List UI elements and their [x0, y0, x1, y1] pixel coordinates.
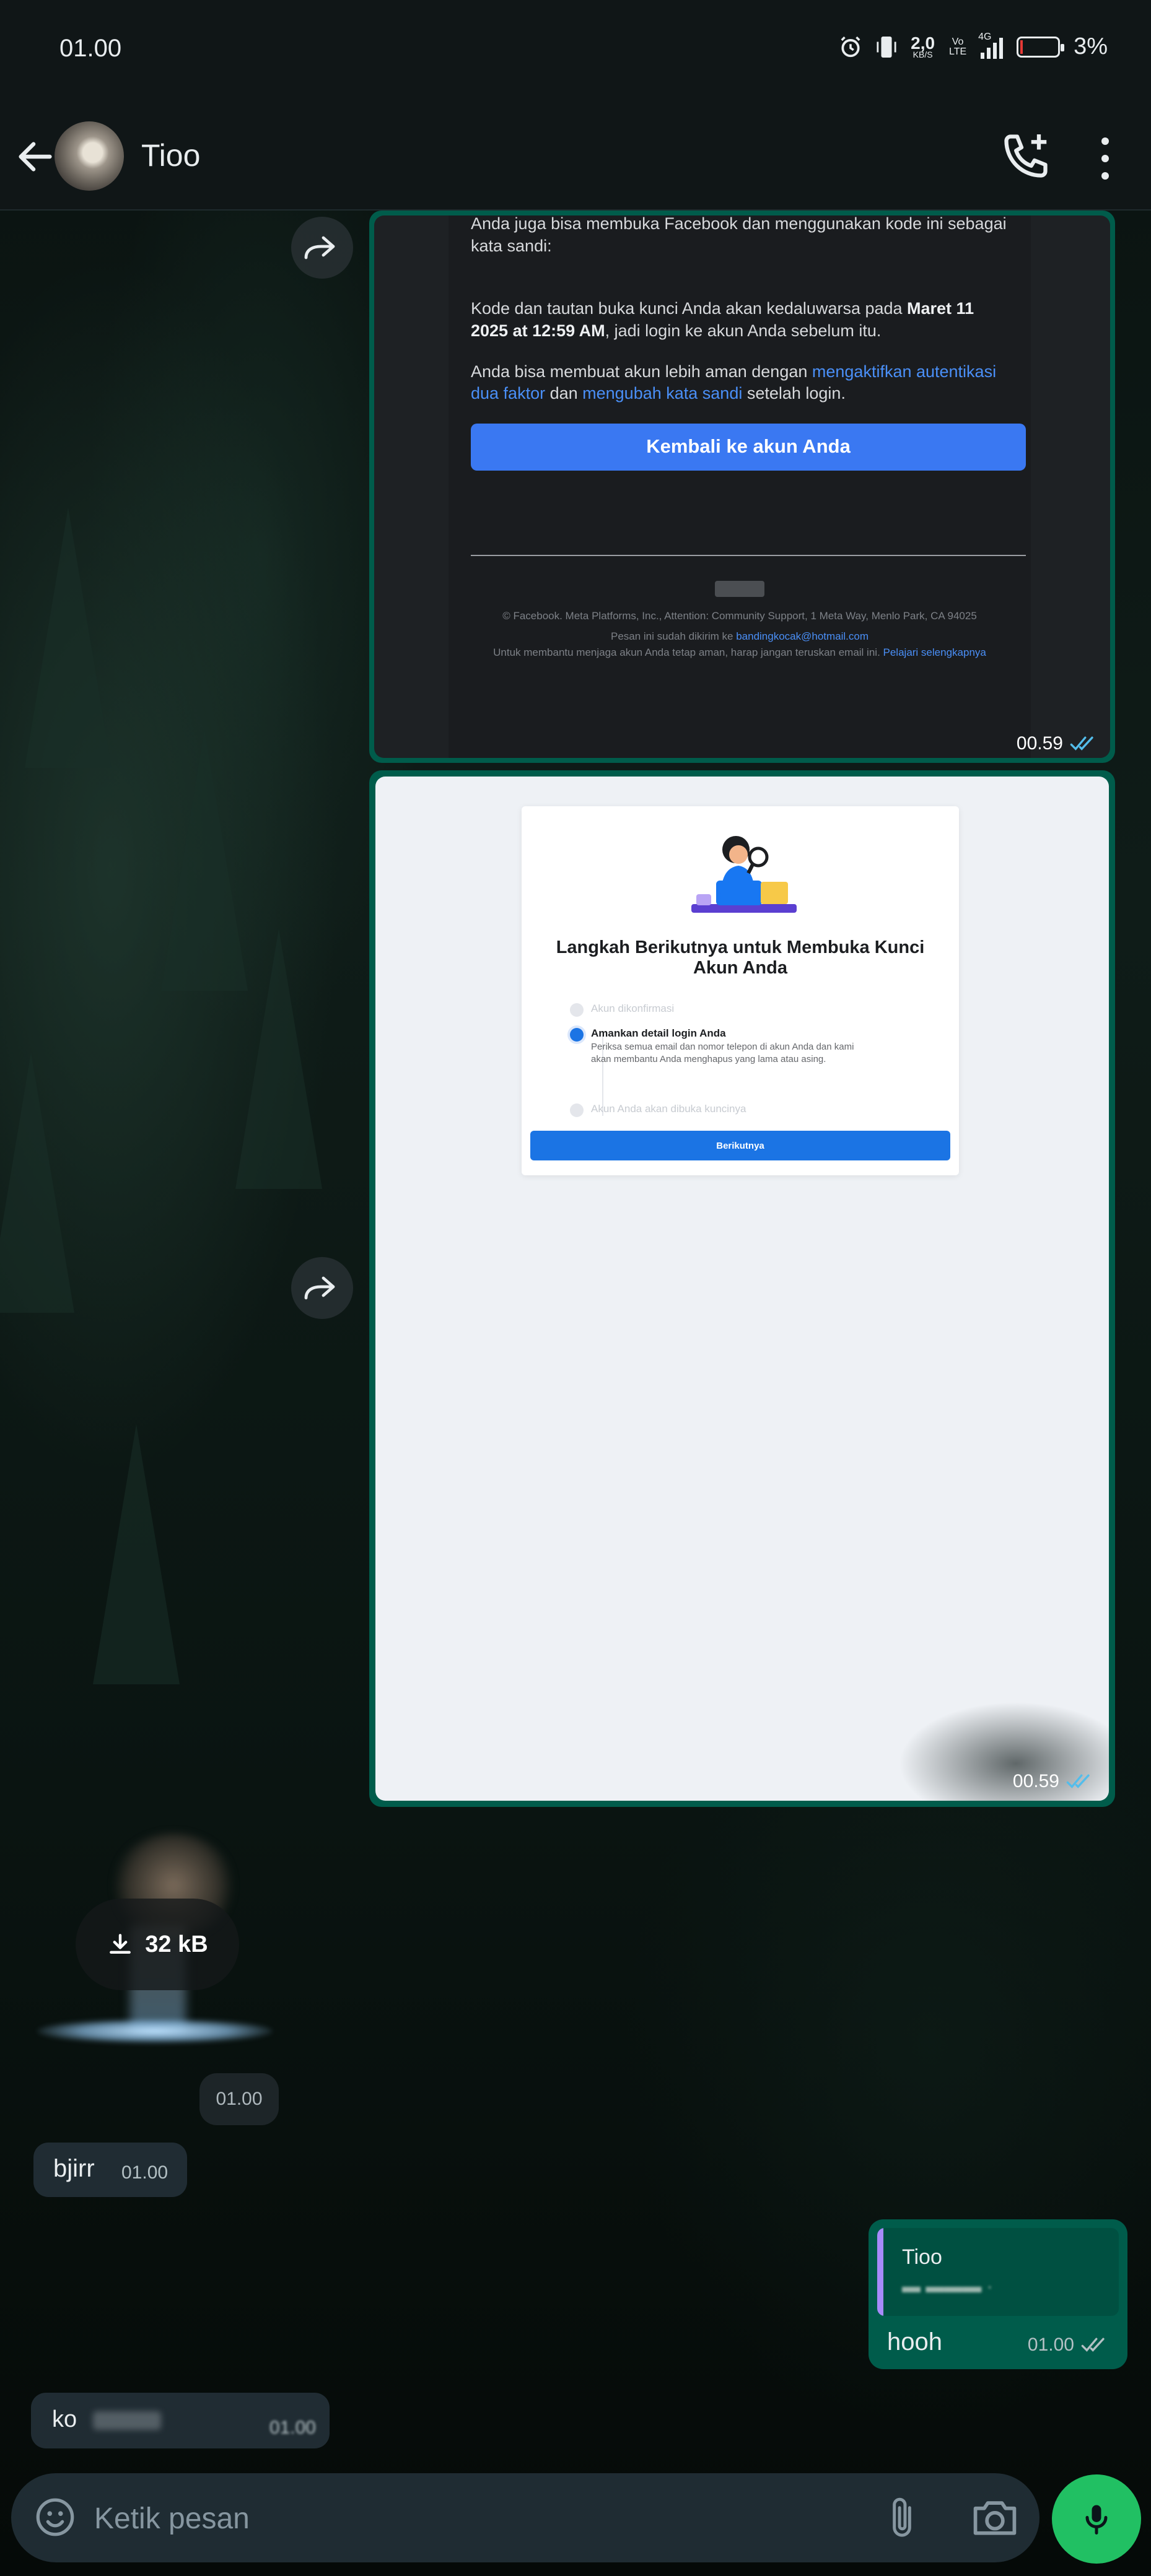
add-call-icon[interactable] — [1000, 130, 1052, 182]
step-dot-icon — [570, 1103, 584, 1117]
step-secure-title: Amankan detail login Anda — [591, 1027, 726, 1039]
message-text: bjirr — [53, 2155, 95, 2182]
wallpaper-tree — [235, 929, 322, 1189]
forward-icon — [304, 236, 335, 259]
forward-icon — [304, 1276, 335, 1300]
message-meta: 00.59 — [1013, 1771, 1094, 1792]
email-footer-warning: Untuk membantu menjaga akun Anda tetap a… — [471, 645, 1009, 661]
wallpaper-tree — [93, 1424, 180, 1684]
change-password-link: mengubah kata sandi — [582, 384, 743, 403]
learn-more-link: Pelajari selengkapnya — [883, 646, 986, 658]
net-speed: 2,0 KB/S — [911, 33, 935, 59]
net-speed-unit: KB/S — [912, 49, 933, 59]
email-footer-address-link: bandingkocak@hotmail.com — [736, 630, 869, 643]
read-receipt-icon — [1070, 736, 1093, 751]
unlock-card: Langkah Berikutnya untuk Membuka Kunci A… — [522, 806, 959, 1175]
contact-name[interactable]: Tioo — [141, 137, 200, 173]
alarm-icon — [841, 36, 860, 57]
download-icon — [110, 1934, 131, 1954]
attach-clip-icon[interactable] — [883, 2496, 921, 2541]
email-screenshot: Anda juga bisa membuka Facebook dan meng… — [374, 215, 1110, 758]
status-icons: 2,0 KB/S Vo LTE 4G 3% — [839, 31, 1108, 60]
step-unlocked-label: Akun Anda akan dibuka kuncinya — [591, 1103, 746, 1115]
wallpaper-tree — [0, 1053, 74, 1313]
quote-snippet-blurred: ▬ ▬▬▬ · — [902, 2276, 993, 2297]
contact-avatar[interactable] — [55, 121, 124, 191]
email-intro: Anda juga bisa membuka Facebook dan meng… — [471, 215, 1007, 255]
back-arrow-icon[interactable] — [14, 135, 57, 178]
net-speed-value: 2,0 — [911, 33, 935, 53]
email-secure-mid: dan — [545, 384, 583, 403]
message-time: 00.59 — [1016, 733, 1063, 754]
message-time: 01.00 — [121, 2162, 168, 2183]
read-receipt-icon — [1081, 2338, 1105, 2352]
battery-icon — [1017, 36, 1065, 58]
battery-level — [1020, 40, 1023, 54]
image-message-email[interactable]: Anda juga bisa membuka Facebook dan meng… — [369, 211, 1115, 763]
signal-icon: 4G — [978, 31, 1004, 59]
step-secure-desc: Periksa semua email dan nomor telepon di… — [591, 1041, 854, 1065]
step-confirmed-label: Akun dikonfirmasi — [591, 1003, 675, 1014]
email-expiry-text-a: Kode dan tautan buka kunci Anda akan ked… — [471, 299, 908, 318]
email-footer-address: © Facebook. Meta Platforms, Inc., Attent… — [502, 609, 977, 622]
message-input[interactable]: Ketik pesan — [94, 2502, 250, 2536]
message-text: hooh — [887, 2328, 942, 2356]
meta-logo-icon — [715, 580, 764, 597]
quoted-message[interactable]: Tioo ▬ ▬▬▬ · — [877, 2228, 1119, 2316]
step-active-dot-icon — [570, 1028, 584, 1042]
file-size: 32 kB — [145, 1931, 208, 1957]
email-footer-sent-text: Pesan ini sudah dikirim ke — [610, 630, 737, 643]
read-receipt-icon — [1066, 1774, 1090, 1788]
incoming-message[interactable]: ko 01.00 — [31, 2393, 330, 2448]
outgoing-message[interactable]: Tioo ▬ ▬▬▬ · hooh 01.00 — [869, 2219, 1127, 2369]
message-text: ko — [52, 2406, 77, 2432]
more-options-icon[interactable] — [1093, 133, 1118, 185]
image-message-unlock-steps[interactable]: Langkah Berikutnya untuk Membuka Kunci A… — [369, 770, 1115, 1807]
blurred-text — [93, 2411, 161, 2430]
email-expiry-text-b: , jadi login ke akun Anda sebelum itu. — [605, 321, 882, 340]
battery-percent: 3% — [1074, 33, 1108, 59]
microphone-icon — [1085, 2505, 1108, 2535]
email-footer: © Facebook. Meta Platforms, Inc., Attent… — [471, 608, 1009, 661]
wallpaper-tree — [25, 508, 112, 768]
message-time: 01.00 — [1027, 2334, 1074, 2355]
volte-indicator: Vo LTE — [949, 36, 967, 57]
illustration-person-icon — [691, 836, 797, 913]
voice-record-button[interactable] — [1052, 2474, 1141, 2564]
unlock-steps-screenshot: Langkah Berikutnya untuk Membuka Kunci A… — [375, 777, 1109, 1801]
step-dot-icon — [570, 1003, 584, 1017]
step-confirmed: Akun dikonfirmasi — [570, 1002, 675, 1017]
email-expiry: Kode dan tautan buka kunci Anda akan ked… — [471, 298, 1009, 342]
email-secure-text-b: setelah login. — [742, 384, 846, 403]
download-button[interactable]: 32 kB — [76, 1899, 239, 1990]
sticker-emoji-icon[interactable] — [33, 2496, 77, 2539]
signal-type: 4G — [978, 31, 992, 42]
status-time: 01.00 — [59, 35, 122, 62]
step-unlocked: Akun Anda akan dibuka kuncinya — [570, 1102, 746, 1117]
email-content: Anda juga bisa membuka Facebook dan meng… — [449, 215, 1031, 758]
next-button: Berikutnya — [530, 1131, 950, 1160]
email-footer-sent: Pesan ini sudah dikirim ke bandingkocak@… — [471, 629, 1009, 645]
message-time: 01.00 — [199, 2073, 279, 2125]
email-secure-text-a: Anda bisa membuat akun lebih aman dengan — [471, 362, 812, 381]
quote-bar — [877, 2228, 883, 2316]
step-secure-login: Amankan detail login Anda Periksa semua … — [570, 1027, 864, 1066]
email-secure: Anda bisa membuat akun lebih aman dengan… — [471, 361, 1009, 405]
forward-button[interactable] — [291, 1257, 353, 1319]
message-time: 00.59 — [1012, 1771, 1059, 1791]
email-footer-warning-text: Untuk membantu menjaga akun Anda tetap a… — [493, 646, 883, 658]
message-meta: 00.59 — [1017, 733, 1098, 754]
incoming-message[interactable]: bjirr 01.00 — [33, 2143, 187, 2197]
email-divider — [471, 554, 1026, 556]
forward-button[interactable] — [291, 217, 353, 279]
camera-icon[interactable] — [970, 2496, 1020, 2539]
vibrate-icon — [877, 36, 896, 58]
message-meta: 01.00 — [1028, 2334, 1109, 2356]
message-time: 01.00 — [269, 2417, 316, 2438]
wallpaper-tree — [161, 731, 248, 991]
return-to-account-button: Kembali ke akun Anda — [471, 423, 1026, 471]
quote-author: Tioo — [902, 2245, 942, 2269]
unlock-title: Langkah Berikutnya untuk Membuka Kunci A… — [556, 938, 925, 978]
